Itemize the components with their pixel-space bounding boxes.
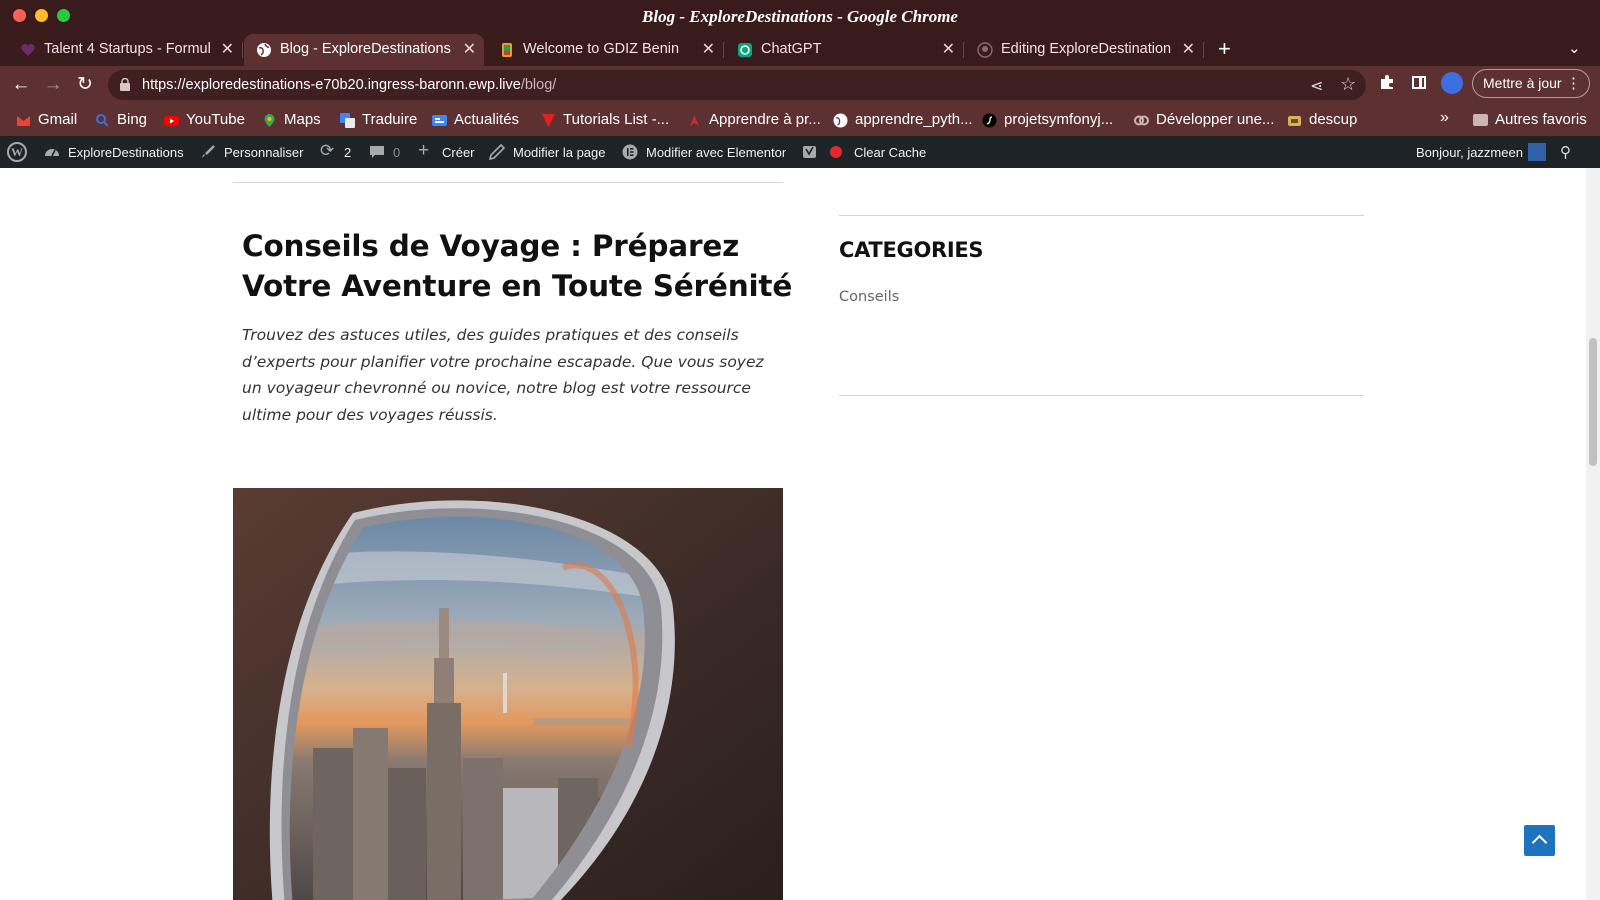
update-chrome-button[interactable]: Mettre à jour ⋮	[1472, 69, 1590, 98]
category-link-conseils[interactable]: Conseils	[839, 289, 899, 305]
updates-refresh-icon: ⟳	[320, 141, 335, 160]
bing-icon	[96, 114, 109, 127]
browser-toolbar: ← → ↻ https://exploredestinations-e70b20…	[0, 66, 1600, 104]
divider	[233, 182, 783, 183]
sidebar-divider	[839, 215, 1364, 216]
post-title[interactable]: Conseils de Voyage : Préparez Votre Aven…	[242, 226, 802, 306]
brush-icon	[202, 145, 215, 158]
scrollbar-thumb[interactable]	[1589, 338, 1597, 466]
reload-icon[interactable]: ↻	[72, 72, 98, 98]
side-panel-icon[interactable]	[1412, 76, 1426, 89]
sidebar-divider	[839, 395, 1364, 396]
url-text[interactable]: https://exploredestinations-e70b20.ingre…	[142, 77, 556, 93]
scroll-to-top-button[interactable]	[1524, 825, 1555, 856]
translate-icon	[340, 113, 355, 128]
lock-icon	[120, 78, 130, 91]
descup-icon	[1288, 116, 1301, 126]
close-tab-icon[interactable]: ✕	[942, 39, 955, 59]
bookmark-star-icon[interactable]: ☆	[1340, 74, 1356, 95]
openclassrooms-icon	[1134, 115, 1149, 126]
heart-icon	[21, 44, 35, 56]
tab-label: Welcome to GDIZ Benin	[523, 41, 680, 57]
extensions-puzzle-icon[interactable]	[1378, 73, 1396, 91]
window-title: Blog - ExploreDestinations - Google Chro…	[642, 7, 958, 26]
post-featured-image[interactable]	[233, 488, 783, 900]
close-tab-icon[interactable]: ✕	[463, 39, 476, 59]
tab-search-chevron-down-icon[interactable]: ⌄	[1568, 39, 1581, 57]
globe-icon	[257, 43, 271, 57]
address-bar[interactable]: https://exploredestinations-e70b20.ingre…	[108, 70, 1366, 100]
tab-talent4startups[interactable]: Talent 4 Startups - Formul ✕	[8, 34, 243, 66]
elementor-icon	[622, 144, 638, 160]
forward-arrow-icon[interactable]: →	[40, 72, 66, 98]
dashboard-gauge-icon	[45, 149, 59, 157]
youtube-icon	[164, 116, 179, 126]
folder-icon	[1473, 114, 1488, 126]
comment-bubble-icon	[370, 146, 384, 158]
search-icon[interactable]: ⚲	[1560, 143, 1571, 161]
close-tab-icon[interactable]: ✕	[221, 39, 234, 59]
close-tab-icon[interactable]: ✕	[1182, 39, 1195, 59]
globe-icon	[833, 113, 848, 128]
tab-blog-exploredestinations[interactable]: Blog - ExploreDestinations ✕	[244, 34, 484, 66]
pencil-icon	[489, 144, 505, 160]
tab-label: Editing ExploreDestination	[1001, 41, 1172, 57]
back-arrow-icon[interactable]: ←	[8, 72, 34, 98]
tab-gdiz-benin[interactable]: Welcome to GDIZ Benin ✕	[487, 34, 724, 66]
wp-yoast[interactable]	[802, 136, 822, 168]
plus-icon: +	[418, 140, 430, 161]
news-icon	[432, 115, 447, 126]
status-red-dot-icon	[830, 146, 842, 158]
tab-chatgpt[interactable]: ChatGPT ✕	[725, 34, 964, 66]
bookmarks-bar: Gmail Bing YouTube Maps Traduire Actuali…	[0, 104, 1600, 136]
github-icon	[977, 42, 993, 58]
url-path: /blog/	[520, 77, 557, 93]
page-content: Conseils de Voyage : Préparez Votre Aven…	[0, 168, 1586, 900]
wp-user-avatar[interactable]	[1528, 143, 1546, 161]
tab-label: ChatGPT	[761, 41, 822, 57]
profile-avatar[interactable]	[1441, 72, 1463, 94]
wp-user-greeting[interactable]: Bonjour, jazzmeen	[1416, 145, 1523, 160]
tab-editing-github[interactable]: Editing ExploreDestination ✕	[965, 34, 1204, 66]
sidebar-categories-heading: CATEGORIES	[839, 238, 984, 262]
wp-admin-bar: ExploreDestinations Personnaliser ⟳ 2 0 …	[0, 136, 1600, 168]
bookmark-other-favorites[interactable]: Autres favoris	[1495, 111, 1587, 128]
wordpress-logo-icon[interactable]	[7, 142, 27, 162]
maps-icon	[264, 114, 275, 127]
symfony-icon	[982, 113, 997, 128]
window-titlebar: Blog - ExploreDestinations - Google Chro…	[0, 0, 1600, 34]
tutorials-icon	[542, 114, 555, 127]
tab-label: Talent 4 Startups - Formul	[44, 41, 211, 57]
yoast-seo-icon	[803, 146, 816, 158]
post-excerpt: Trouvez des astuces utiles, des guides p…	[242, 326, 764, 424]
gmail-icon	[17, 116, 30, 126]
more-menu-icon[interactable]: ⋮	[1566, 70, 1581, 97]
update-label: Mettre à jour	[1483, 75, 1562, 91]
tab-label: Blog - ExploreDestinations	[280, 41, 451, 57]
airplane-window-city-image	[233, 488, 783, 900]
bookmarks-overflow-chevron-icon[interactable]: »	[1440, 109, 1449, 127]
page-scrollbar[interactable]	[1586, 168, 1600, 900]
share-icon[interactable]: ⋖	[1310, 76, 1323, 96]
tab-strip: Talent 4 Startups - Formul ✕ Blog - Expl…	[0, 34, 1600, 66]
apprendre-icon	[690, 115, 699, 126]
new-tab-button[interactable]: +	[1218, 36, 1231, 62]
gdiz-icon	[502, 43, 512, 57]
chatgpt-icon	[738, 43, 752, 57]
url-host: https://exploredestinations-e70b20.ingre…	[142, 77, 521, 93]
close-tab-icon[interactable]: ✕	[702, 39, 715, 59]
